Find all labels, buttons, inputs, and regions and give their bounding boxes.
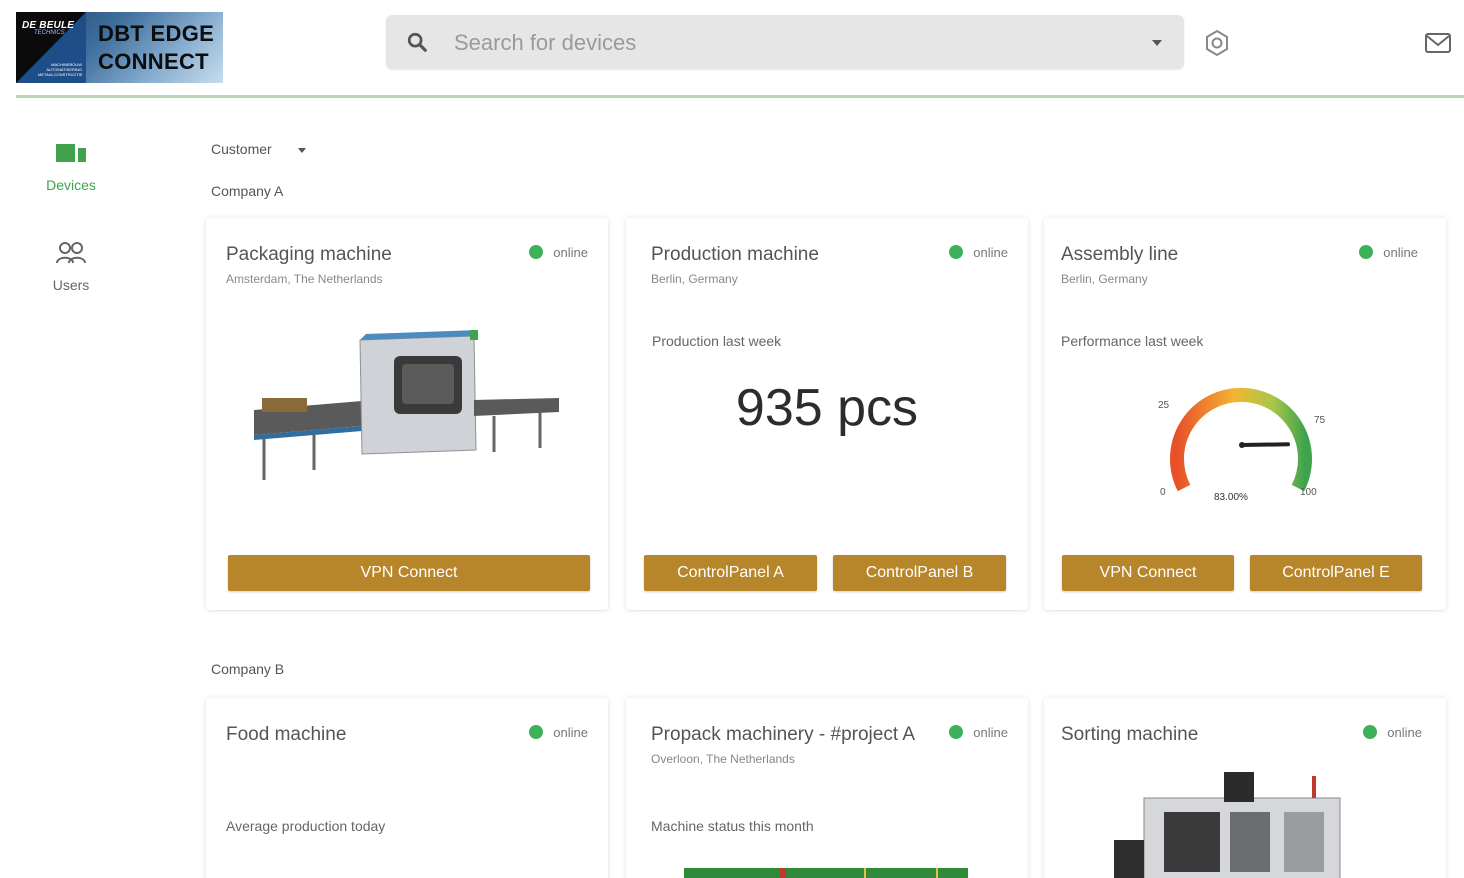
- status-dot-icon: [529, 245, 544, 260]
- device-card-production-machine[interactable]: Production machine Berlin, Germany onlin…: [626, 218, 1028, 610]
- device-location: Berlin, Germany: [1061, 272, 1148, 286]
- device-card-food-machine[interactable]: Food machine online Average production t…: [206, 698, 608, 878]
- gauge-tick-0: 0: [1160, 487, 1166, 498]
- customer-filter-label: Customer: [211, 141, 272, 157]
- gauge-value: 83.00%: [1214, 492, 1248, 503]
- app-logo[interactable]: DE BEULE TECHNICS MACHINEBOUW AUTOMATISE…: [16, 12, 223, 83]
- gauge-needle: [1240, 442, 1290, 447]
- sidebar-item-users[interactable]: Users: [30, 240, 112, 293]
- status-badge: online: [529, 725, 588, 740]
- metric-label: Average production today: [226, 818, 386, 834]
- device-title[interactable]: Assembly line: [1061, 244, 1178, 266]
- status-text: online: [553, 725, 588, 740]
- logo-line-1: DBT EDGE: [98, 21, 215, 46]
- search-dropdown-icon[interactable]: [1152, 40, 1162, 46]
- logo-line-2: CONNECT: [98, 49, 209, 74]
- device-location: Amsterdam, The Netherlands: [226, 272, 383, 286]
- devices-icon: [56, 144, 86, 162]
- logo-mark: DE BEULE TECHNICS MACHINEBOUW AUTOMATISE…: [16, 12, 86, 83]
- metric-label: Production last week: [652, 333, 782, 349]
- device-card-packaging-machine[interactable]: Packaging machine Amsterdam, The Netherl…: [206, 218, 608, 610]
- sorting-machine-image: [1114, 772, 1341, 878]
- vpn-connect-button[interactable]: VPN Connect: [1062, 555, 1234, 591]
- machine-status-bar: [684, 868, 968, 878]
- controlpanel-a-button[interactable]: ControlPanel A: [644, 555, 817, 591]
- device-location: Berlin, Germany: [651, 272, 738, 286]
- metric-label: Performance last week: [1061, 333, 1204, 349]
- status-badge: online: [1363, 725, 1422, 740]
- metric-label: Machine status this month: [651, 818, 814, 834]
- device-card-sorting-machine[interactable]: Sorting machine online: [1044, 698, 1446, 878]
- logo-brand-sub: TECHNICS: [34, 30, 65, 36]
- company-heading: Company B: [211, 661, 285, 677]
- sidebar-item-label: Devices: [46, 177, 96, 193]
- status-text: online: [1387, 725, 1422, 740]
- search-icon: [407, 32, 427, 52]
- status-text: online: [553, 245, 588, 260]
- logo-brand-tag: MACHINEBOUW AUTOMATISERING METAALCONSTRU…: [38, 62, 83, 77]
- device-search[interactable]: Search for devices: [386, 15, 1184, 69]
- chevron-down-icon[interactable]: [297, 147, 306, 153]
- device-title[interactable]: Food machine: [226, 724, 346, 746]
- packaging-machine-image: [254, 330, 559, 480]
- controlpanel-b-button[interactable]: ControlPanel B: [833, 555, 1006, 591]
- gauge-tick-25: 25: [1158, 400, 1170, 411]
- search-placeholder[interactable]: Search for devices: [454, 30, 636, 56]
- status-text: online: [973, 245, 1008, 260]
- controlpanel-e-button[interactable]: ControlPanel E: [1250, 555, 1422, 591]
- status-dot-icon: [1359, 245, 1374, 260]
- status-badge: online: [949, 245, 1008, 260]
- header-divider: [16, 95, 1464, 98]
- sidebar-item-devices[interactable]: Devices: [30, 140, 112, 193]
- company-heading: Company A: [211, 183, 284, 199]
- device-title[interactable]: Packaging machine: [226, 244, 392, 266]
- performance-gauge: 25 75 0 100 83.00%: [1158, 387, 1326, 503]
- mail-icon[interactable]: [1424, 32, 1452, 54]
- production-value: 935 pcs: [735, 379, 919, 437]
- device-card-assembly-line[interactable]: Assembly line Berlin, Germany online Per…: [1044, 218, 1446, 610]
- device-location: Overloon, The Netherlands: [651, 752, 795, 766]
- status-dot-icon: [949, 725, 964, 740]
- status-text: online: [973, 725, 1008, 740]
- sidebar-item-label: Users: [52, 277, 90, 293]
- status-badge: online: [529, 245, 588, 260]
- status-dot-icon: [529, 725, 544, 740]
- status-badge: online: [949, 725, 1008, 740]
- device-title[interactable]: Sorting machine: [1061, 724, 1198, 746]
- device-card-propack-machinery[interactable]: Propack machinery - #project A Overloon,…: [626, 698, 1028, 878]
- status-text: online: [1383, 245, 1418, 260]
- status-dot-icon: [949, 245, 964, 260]
- customer-filter[interactable]: Customer: [211, 141, 306, 157]
- logo-text: DBT EDGE CONNECT: [98, 20, 214, 76]
- gauge-tick-100: 100: [1300, 487, 1317, 498]
- device-title[interactable]: Propack machinery - #project A: [651, 724, 915, 746]
- gauge-tick-75: 75: [1314, 415, 1326, 426]
- users-icon: [56, 242, 86, 264]
- device-title[interactable]: Production machine: [651, 244, 819, 266]
- vpn-connect-button[interactable]: VPN Connect: [228, 555, 590, 591]
- status-badge: online: [1359, 245, 1418, 260]
- settings-icon[interactable]: [1203, 29, 1231, 57]
- status-dot-icon: [1363, 725, 1378, 740]
